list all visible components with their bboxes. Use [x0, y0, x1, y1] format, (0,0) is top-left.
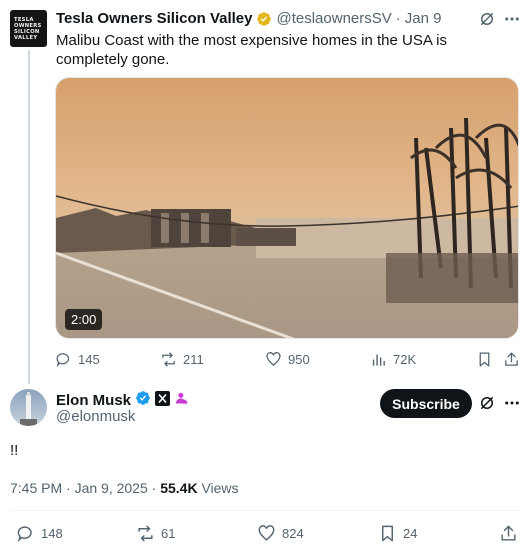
main-handle[interactable]: @elonmusk: [56, 408, 135, 425]
like-count: 824: [282, 526, 304, 541]
views-count: 55.4K: [160, 480, 198, 496]
video-duration: 2:00: [65, 309, 103, 330]
parent-tweet-text: Malibu Coast with the most expensive hom…: [56, 32, 448, 68]
repost-count: 61: [161, 526, 176, 541]
main-display-name[interactable]: Elon Musk: [56, 392, 131, 409]
avatar-text-line: VALLEY: [14, 34, 38, 41]
like-button[interactable]: 824: [257, 524, 304, 543]
grok-icon[interactable]: [478, 394, 496, 417]
parent-date[interactable]: Jan 9: [405, 10, 442, 27]
grok-icon[interactable]: [478, 10, 496, 33]
separator-dot: ·: [395, 10, 401, 27]
thread-connector-line: [28, 50, 30, 384]
views-button[interactable]: 72K: [370, 351, 416, 368]
parent-display-name[interactable]: Tesla Owners Silicon Valley: [56, 10, 252, 27]
repost-icon: [162, 352, 175, 367]
tesla-owners-avatar[interactable]: TESLA OWNERS SILICON VALLEY: [10, 10, 47, 47]
verified-gold-badge-icon[interactable]: [256, 11, 272, 27]
repost-button[interactable]: 61: [136, 524, 175, 543]
reply-count: 145: [78, 352, 100, 367]
bookmark-count: 24: [403, 526, 418, 541]
like-count: 950: [288, 352, 310, 367]
share-icon[interactable]: [499, 524, 518, 548]
subscribe-button[interactable]: Subscribe: [380, 389, 472, 418]
repost-icon: [138, 525, 153, 542]
x-affiliation-icon[interactable]: [155, 390, 171, 410]
reply-button[interactable]: 148: [16, 524, 63, 543]
views-label: Views: [197, 480, 239, 496]
reply-button[interactable]: 145: [55, 351, 100, 368]
share-icon[interactable]: [503, 351, 520, 373]
reply-count: 148: [41, 526, 63, 541]
tweet-timestamp-line: 7:45 PM · Jan 9, 2025 · 55.4K Views: [10, 480, 239, 496]
reply-icon: [56, 353, 70, 368]
bookmark-button[interactable]: 24: [378, 524, 417, 543]
repost-count: 211: [183, 352, 204, 367]
heart-icon: [258, 525, 275, 541]
main-tweet-text: !!: [10, 442, 19, 459]
video-thumbnail[interactable]: [55, 77, 519, 339]
more-options-icon[interactable]: [503, 394, 521, 417]
tweet-time[interactable]: 7:45 PM · Jan 9, 2025 ·: [10, 480, 160, 496]
bookmark-icon: [382, 525, 393, 542]
elon-musk-avatar[interactable]: [10, 389, 47, 426]
heart-icon: [266, 352, 281, 367]
view-count: 72K: [393, 352, 417, 367]
reply-icon: [17, 526, 32, 543]
repost-button[interactable]: 211: [160, 351, 204, 368]
more-options-icon[interactable]: [503, 10, 521, 33]
verified-blue-badge-icon[interactable]: [135, 390, 151, 410]
government-badge-icon[interactable]: [174, 391, 189, 410]
views-chart-icon: [372, 354, 385, 366]
main-tweet-header: Elon Musk: [56, 390, 189, 410]
bookmark-icon[interactable]: [476, 351, 493, 373]
divider: [10, 510, 520, 511]
like-button[interactable]: 950: [265, 351, 310, 368]
parent-handle[interactable]: @teslaownersSV: [276, 10, 391, 27]
parent-tweet-header: Tesla Owners Silicon Valley @teslaowners…: [56, 10, 441, 27]
